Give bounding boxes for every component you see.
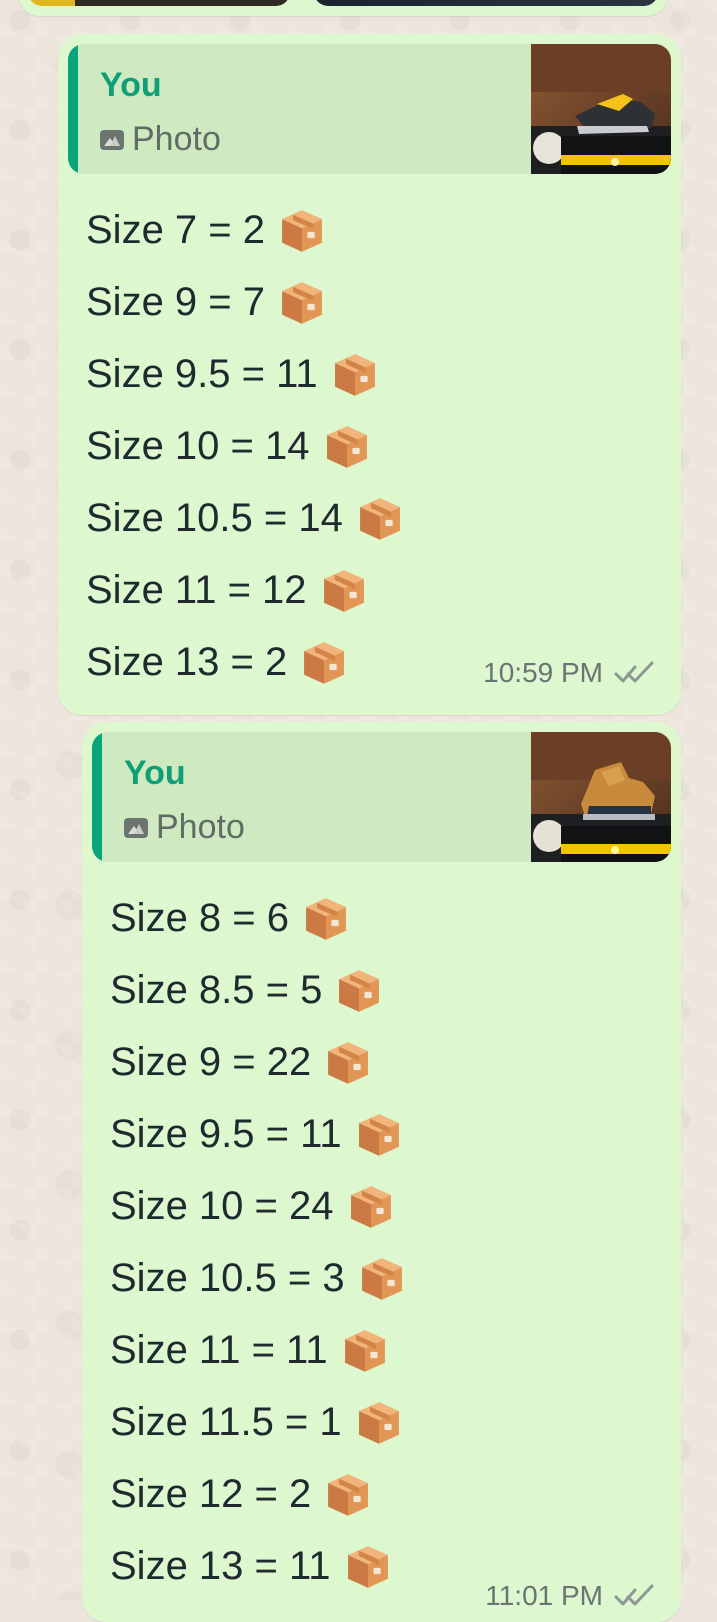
list-item: Size 11 = 12 — [86, 554, 409, 626]
quoted-sender: You — [100, 66, 162, 104]
double-check-icon — [614, 661, 654, 683]
quoted-sender: You — [124, 754, 186, 792]
message-meta: 11:01 PM — [485, 1580, 657, 1612]
message-time: 11:01 PM — [485, 1580, 603, 1611]
package-icon — [282, 282, 322, 324]
package-icon — [350, 1186, 391, 1228]
photo-icon — [100, 129, 124, 150]
list-item: Size 10 = 14 — [86, 410, 409, 482]
boot-thumbnail-art — [531, 732, 671, 862]
list-item: Size 10 = 24 — [110, 1170, 411, 1242]
message-meta: 10:59 PM — [483, 657, 657, 689]
package-icon — [334, 354, 375, 396]
quoted-photo-thumbnail[interactable] — [531, 732, 671, 862]
quoted-media-type: Photo — [100, 120, 221, 159]
package-icon — [347, 1546, 388, 1588]
message-time: 10:59 PM — [483, 657, 603, 688]
package-icon — [328, 1474, 369, 1516]
package-icon — [358, 1402, 399, 1444]
list-item: Size 9 = 7 — [86, 266, 409, 338]
message-lines: Size 8 = 6 Size 8.5 = 5 Size 9 = 22 Size… — [110, 882, 411, 1602]
package-icon — [306, 898, 346, 940]
list-item: Size 8.5 = 5 — [110, 954, 411, 1026]
package-icon — [326, 426, 367, 468]
quoted-type-label: Photo — [132, 120, 221, 158]
list-item: Size 13 = 11 — [110, 1530, 411, 1602]
list-item: Size 12 = 2 — [110, 1458, 411, 1530]
package-icon — [359, 498, 400, 540]
quoted-media-type: Photo — [124, 808, 245, 847]
quoted-photo-thumbnail[interactable] — [531, 44, 671, 174]
list-item: Size 9 = 22 — [110, 1026, 411, 1098]
package-icon — [361, 1258, 402, 1300]
photo-icon — [124, 817, 148, 838]
list-item: Size 10.5 = 14 — [86, 482, 409, 554]
package-icon — [339, 970, 380, 1012]
quoted-reply[interactable]: You Photo — [68, 44, 671, 174]
list-item: Size 11 = 11 — [110, 1314, 411, 1386]
double-check-icon — [614, 1584, 654, 1606]
list-item: Size 9.5 = 11 — [86, 338, 409, 410]
message-lines: Size 7 = 2 Size 9 = 7 Size 9.5 = 11 Size… — [86, 194, 409, 698]
quoted-reply[interactable]: You Photo — [92, 732, 671, 862]
package-icon — [344, 1330, 385, 1372]
list-item: Size 8 = 6 — [110, 882, 411, 954]
package-icon — [323, 570, 364, 612]
message-bubble[interactable]: You Photo — [82, 722, 681, 1622]
package-icon — [328, 1042, 369, 1084]
list-item: Size 11.5 = 1 — [110, 1386, 411, 1458]
message-bubble[interactable]: You Photo — [58, 34, 681, 715]
list-item: Size 9.5 = 11 — [110, 1098, 411, 1170]
shoe-thumbnail-art — [531, 44, 671, 174]
list-item: Size 10.5 = 3 — [110, 1242, 411, 1314]
quoted-type-label: Photo — [156, 808, 245, 846]
list-item: Size 13 = 2 — [86, 626, 409, 698]
list-item: Size 7 = 2 — [86, 194, 409, 266]
package-icon — [282, 210, 322, 252]
package-icon — [304, 642, 345, 684]
package-icon — [358, 1114, 399, 1156]
